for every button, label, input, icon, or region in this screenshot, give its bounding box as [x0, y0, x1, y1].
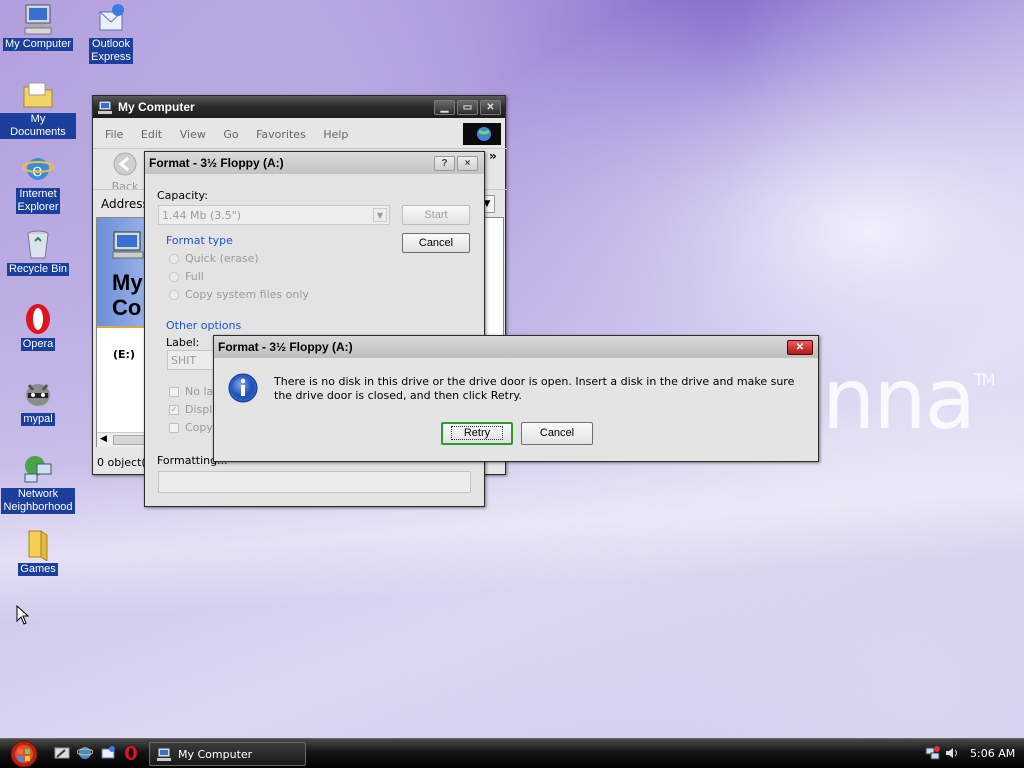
menu-bar: File Edit View Go Favorites Help — [105, 128, 362, 141]
tray-clock[interactable]: 5:06 AM — [970, 747, 1015, 760]
internet-explorer-icon: e — [21, 152, 55, 186]
back-arrow-icon — [113, 152, 137, 176]
desktop-icon-mypal[interactable]: mypal — [0, 377, 76, 426]
label-field-label: Label: — [166, 336, 200, 349]
desktop-icon-outlook-express[interactable]: Outlook Express — [73, 2, 149, 64]
error-dialog[interactable]: Format - 3½ Floppy (A:) ✕ There is no di… — [213, 335, 819, 462]
my-computer-small-icon — [157, 747, 171, 761]
capacity-label: Capacity: — [157, 189, 208, 202]
opera-icon — [125, 746, 137, 760]
folder-my-computer-icon — [112, 231, 144, 259]
outlook-express-icon — [94, 2, 128, 36]
network-icon — [925, 746, 940, 760]
start-button[interactable]: Start — [402, 205, 470, 225]
menu-favorites[interactable]: Favorites — [256, 128, 306, 141]
option-full[interactable]: Full — [169, 270, 204, 283]
throbber-logo — [463, 123, 501, 145]
games-folder-icon — [21, 527, 55, 562]
close-button[interactable]: ✕ — [480, 99, 501, 115]
checkbox-checked-icon: ✓ — [169, 405, 179, 415]
start-button[interactable] — [3, 739, 45, 768]
capacity-select[interactable]: 1.44 Mb (3.5") ▼ — [158, 205, 390, 225]
format-close-button[interactable]: × — [457, 155, 478, 171]
internet-explorer-icon — [76, 747, 94, 759]
checkbox-icon — [169, 423, 179, 433]
error-dialog-titlebar[interactable]: Format - 3½ Floppy (A:) ✕ — [214, 336, 818, 358]
check-copy-system-files[interactable]: Copy — [169, 421, 213, 434]
my-computer-small-icon — [98, 100, 112, 114]
drive-e-item[interactable]: (E:) — [113, 348, 135, 361]
quicklaunch-opera[interactable] — [123, 745, 139, 764]
quicklaunch-ie[interactable] — [76, 745, 94, 764]
taskbar: My Computer 5:06 AM — [0, 738, 1024, 768]
error-message: There is no disk in this drive or the dr… — [274, 375, 795, 402]
format-cancel-button[interactable]: Cancel — [402, 233, 470, 253]
radio-icon — [169, 254, 179, 264]
format-progress-bar — [158, 471, 471, 493]
checkbox-icon — [169, 387, 179, 397]
minimize-button[interactable]: ▁ — [434, 99, 455, 115]
desktop-icon-network-neighborhood[interactable]: Network Neighborhood — [0, 452, 76, 514]
desktop-icon-internet-explorer[interactable]: e Internet Explorer — [0, 152, 76, 214]
recycle-bin-icon — [21, 227, 55, 261]
volume-icon — [946, 748, 957, 758]
desktop-icon-my-documents[interactable]: My Documents — [0, 77, 76, 139]
retry-button[interactable]: Retry — [441, 422, 513, 445]
quicklaunch-show-desktop[interactable] — [54, 745, 70, 764]
address-label: Address — [101, 197, 149, 211]
show-desktop-icon — [54, 747, 70, 759]
mouse-cursor-icon — [16, 605, 30, 625]
quicklaunch-outlook[interactable] — [100, 745, 116, 764]
menu-view[interactable]: View — [180, 128, 206, 141]
desktop-icon-recycle-bin[interactable]: Recycle Bin — [0, 227, 76, 276]
menu-edit[interactable]: Edit — [141, 128, 162, 141]
toolbar-chevron[interactable]: » — [489, 149, 497, 163]
format-dialog-title: Format - 3½ Floppy (A:) — [149, 156, 284, 170]
menu-go[interactable]: Go — [223, 128, 238, 141]
capacity-dropdown-icon[interactable]: ▼ — [373, 208, 387, 222]
info-icon — [227, 372, 259, 407]
opera-icon — [21, 302, 55, 336]
menu-file[interactable]: File — [105, 128, 123, 141]
option-copy-system-files[interactable]: Copy system files only — [169, 288, 309, 301]
help-button[interactable]: ? — [434, 155, 455, 171]
tray-network-icon[interactable] — [925, 745, 941, 764]
outlook-express-icon — [101, 746, 115, 759]
wallpaper-brand-text: nnaTM — [822, 350, 995, 448]
tray-volume-icon[interactable] — [944, 745, 960, 764]
folder-title: My Co — [112, 270, 143, 320]
error-dialog-title: Format - 3½ Floppy (A:) — [218, 340, 353, 354]
check-display-summary[interactable]: ✓ Displa — [169, 403, 219, 416]
network-neighborhood-icon — [21, 452, 55, 486]
back-button[interactable]: Back — [111, 151, 139, 193]
other-options-label: Other options — [166, 319, 242, 332]
error-cancel-button[interactable]: Cancel — [521, 422, 593, 445]
scroll-left-icon[interactable]: ◀ — [100, 434, 107, 444]
my-computer-icon — [21, 2, 55, 36]
format-type-label: Format type — [166, 234, 233, 247]
desktop-icon-opera[interactable]: Opera — [0, 302, 76, 351]
my-computer-titlebar[interactable]: My Computer ▁ ▭ ✕ — [93, 96, 505, 118]
radio-icon — [169, 272, 179, 282]
mypal-icon — [21, 377, 55, 411]
desktop-icon-games[interactable]: Games — [0, 527, 76, 576]
menu-help[interactable]: Help — [323, 128, 348, 141]
my-documents-icon — [21, 77, 55, 111]
desktop-icon-my-computer[interactable]: My Computer — [0, 2, 76, 51]
start-orb-icon — [10, 740, 38, 768]
taskbar-button-my-computer[interactable]: My Computer — [149, 742, 306, 766]
maximize-button[interactable]: ▭ — [457, 99, 478, 115]
error-close-button[interactable]: ✕ — [787, 339, 813, 355]
option-quick-erase[interactable]: Quick (erase) — [169, 252, 259, 265]
window-title: My Computer — [118, 100, 195, 114]
format-dialog-titlebar[interactable]: Format - 3½ Floppy (A:) ? × — [145, 152, 484, 174]
radio-icon — [169, 290, 179, 300]
